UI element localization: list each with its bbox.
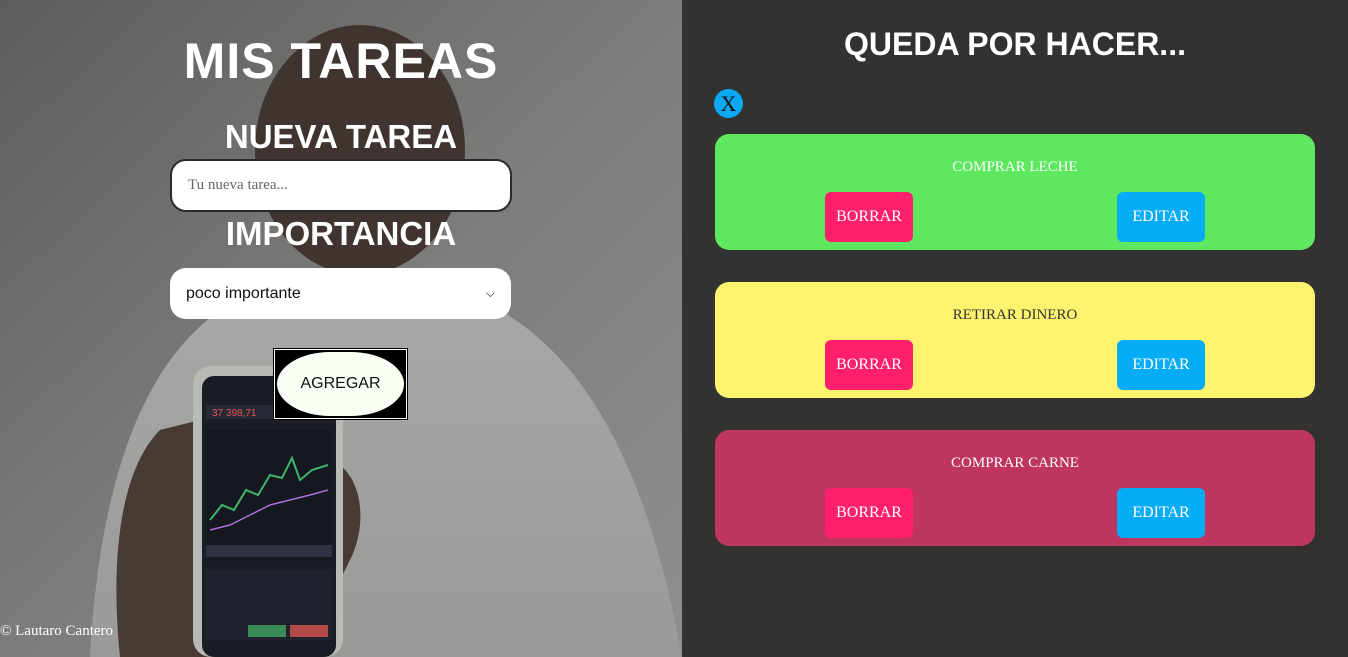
task-name: COMPRAR LECHE bbox=[952, 159, 1078, 175]
task-card: RETIRAR DINERO BORRAR EDITAR bbox=[715, 282, 1315, 398]
close-icon[interactable]: X bbox=[714, 89, 743, 118]
add-task-button[interactable]: AGREGAR bbox=[273, 348, 408, 420]
task-name: COMPRAR CARNE bbox=[951, 455, 1079, 471]
importance-select[interactable]: poco importante ⌵ bbox=[170, 268, 511, 319]
importance-heading: IMPORTANCIA bbox=[225, 215, 457, 252]
task-list-panel: QUEDA POR HACER... X COMPRAR LECHE BORRA… bbox=[682, 0, 1348, 657]
task-card: COMPRAR CARNE BORRAR EDITAR bbox=[715, 430, 1315, 546]
task-form-panel: 37 398,71 MIS TAREAS NUEVA TAREA IMPORTA… bbox=[0, 0, 682, 657]
background-photo: 37 398,71 bbox=[0, 0, 682, 657]
task-list-title: QUEDA POR HACER... bbox=[844, 26, 1186, 62]
delete-task-button[interactable]: BORRAR bbox=[825, 192, 913, 242]
task-card: COMPRAR LECHE BORRAR EDITAR bbox=[715, 134, 1315, 250]
add-task-button-label: AGREGAR bbox=[277, 352, 404, 416]
edit-task-button[interactable]: EDITAR bbox=[1117, 340, 1205, 390]
app-page: 37 398,71 MIS TAREAS NUEVA TAREA IMPORTA… bbox=[0, 0, 1348, 657]
delete-task-button[interactable]: BORRAR bbox=[825, 340, 913, 390]
new-task-input[interactable] bbox=[170, 159, 512, 212]
new-task-heading: NUEVA TAREA bbox=[224, 118, 458, 155]
footer-credit: © Lautaro Cantero bbox=[0, 623, 114, 639]
delete-task-button[interactable]: BORRAR bbox=[825, 488, 913, 538]
page-title: MIS TAREAS bbox=[183, 33, 499, 89]
importance-selected-value: poco importante bbox=[186, 284, 301, 302]
chevron-down-icon: ⌵ bbox=[485, 286, 495, 300]
task-name: RETIRAR DINERO bbox=[952, 307, 1078, 323]
edit-task-button[interactable]: EDITAR bbox=[1117, 192, 1205, 242]
svg-text:37 398,71: 37 398,71 bbox=[212, 408, 257, 419]
edit-task-button[interactable]: EDITAR bbox=[1117, 488, 1205, 538]
